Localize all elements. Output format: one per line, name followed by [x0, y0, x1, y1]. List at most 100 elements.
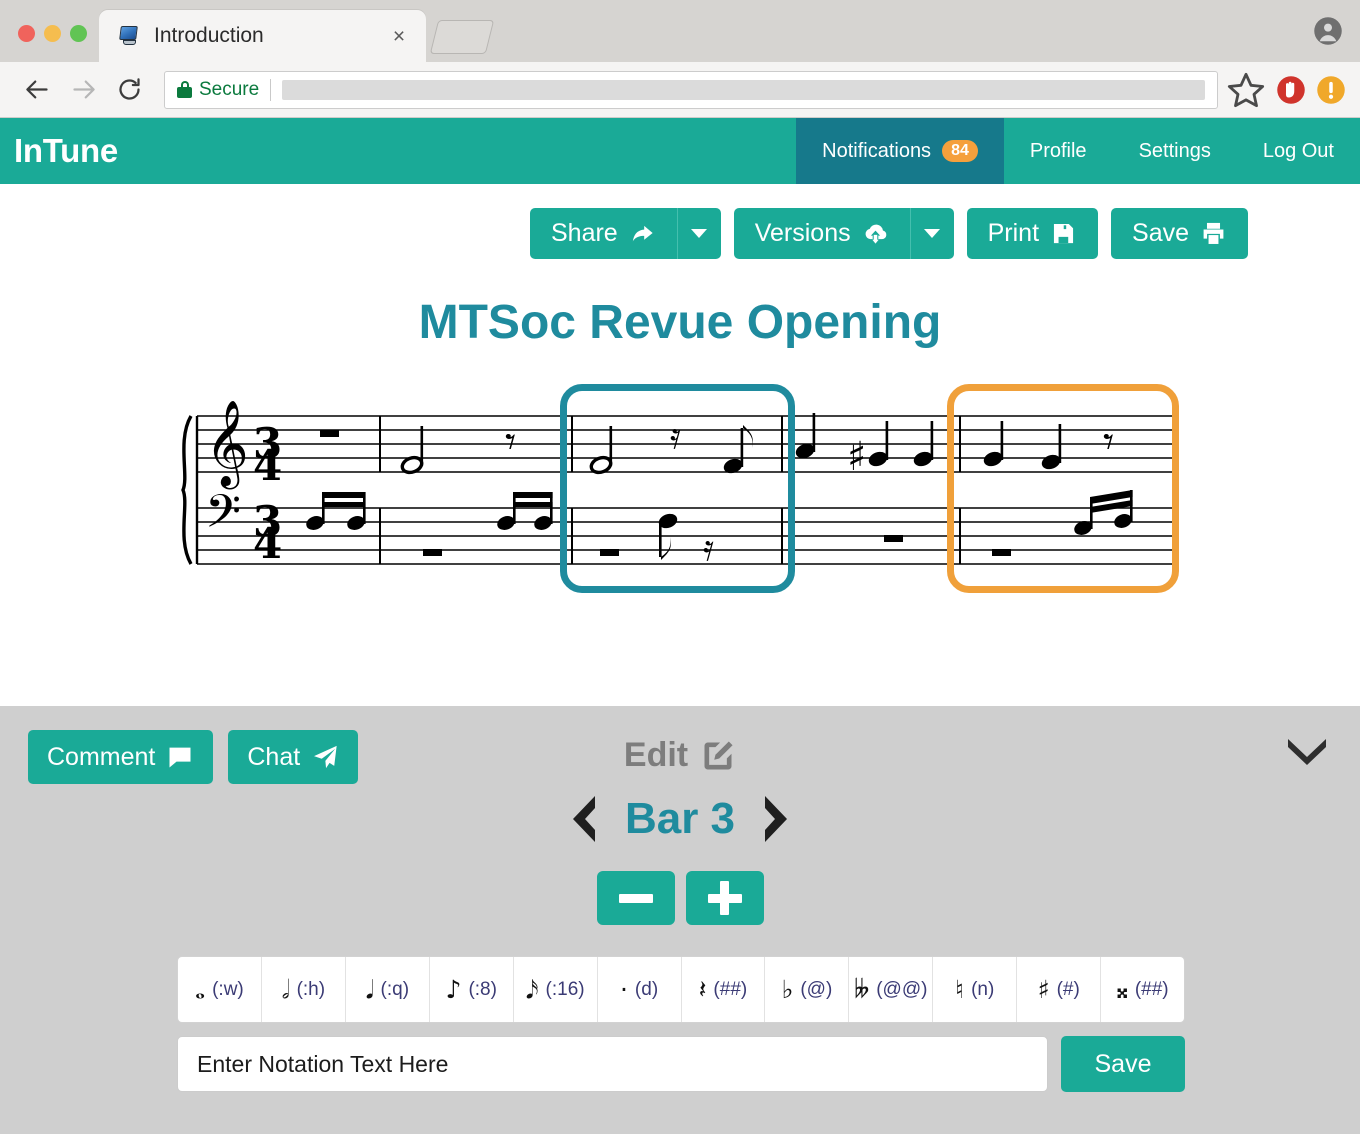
back-arrow-icon[interactable] [14, 67, 60, 113]
close-icon[interactable]: × [386, 23, 412, 49]
svg-text:♯: ♯ [847, 434, 866, 480]
new-tab-button[interactable] [430, 20, 494, 54]
browser-tab-title: Introduction [154, 24, 386, 48]
warning-exclamation-icon[interactable] [1316, 75, 1346, 105]
versions-label: Versions [755, 221, 851, 246]
edit-mode-heading: Edit [0, 736, 1360, 775]
share-button-group: Share [530, 208, 721, 259]
save-notation-button[interactable]: Save [1061, 1036, 1185, 1092]
share-arrow-icon [629, 220, 656, 247]
current-bar-label: Bar 3 [625, 794, 735, 844]
nav-item-profile[interactable]: Profile [1004, 118, 1113, 184]
palette-code-sharp: (#) [1057, 979, 1080, 1001]
nav-item-logout[interactable]: Log Out [1237, 118, 1360, 184]
app-brand[interactable]: InTune [0, 118, 118, 184]
chevron-right-icon[interactable] [761, 794, 795, 844]
share-label: Share [551, 221, 618, 246]
svg-text:𝄾: 𝄾 [1103, 417, 1114, 466]
chevron-left-icon[interactable] [565, 794, 599, 844]
bar-stepper [0, 871, 1360, 925]
svg-text:𝄿: 𝄿 [703, 528, 714, 569]
minus-button[interactable] [597, 871, 675, 925]
palette-code-rest: (##) [713, 979, 747, 1001]
notation-input-row: Save [177, 1036, 1185, 1092]
url-text [282, 80, 1205, 100]
main-nav: Notifications 84 Profile Settings Log Ou… [796, 118, 1360, 184]
svg-text:𝄢: 𝄢 [205, 485, 241, 550]
natural-icon: ♮ [955, 977, 964, 1002]
save-label: Save [1132, 221, 1189, 246]
document-toolbar: Share Versions Print Save [0, 184, 1360, 259]
print-button[interactable]: Print [967, 208, 1098, 259]
half-note-icon: 𝅗𝅥 [282, 977, 290, 1002]
sixteenth-note-icon: 𝅘𝅥𝅯 [526, 977, 539, 1002]
palette-item-double-sharp[interactable]: 𝄪 (##) [1101, 957, 1184, 1022]
secure-label: Secure [199, 79, 271, 101]
palette-code-natural: (n) [971, 979, 994, 1001]
minus-icon [619, 894, 653, 903]
palette-code-double-sharp: (##) [1135, 979, 1169, 1001]
app-header: InTune Notifications 84 Profile Settings… [0, 118, 1360, 184]
app-root: InTune Notifications 84 Profile Settings… [0, 118, 1360, 1134]
share-button[interactable]: Share [530, 208, 677, 259]
star-icon[interactable] [1226, 70, 1266, 110]
quarter-rest-icon: 𝄽 [699, 977, 707, 1002]
versions-button[interactable]: Versions [734, 208, 910, 259]
save-button[interactable]: Save [1111, 208, 1248, 259]
edit-pencil-square-icon[interactable] [700, 738, 736, 774]
reload-icon[interactable] [106, 67, 152, 113]
palette-item-quarter-note[interactable]: 𝅘𝅥 (:q) [346, 957, 430, 1022]
browser-url-bar: Secure [0, 62, 1360, 118]
palette-item-sharp[interactable]: ♯ (#) [1017, 957, 1101, 1022]
edit-label: Edit [624, 736, 688, 775]
quarter-note-icon: 𝅘𝅥 [366, 977, 374, 1002]
floppy-disk-icon [1050, 220, 1077, 247]
palette-item-rest[interactable]: 𝄽 (##) [682, 957, 766, 1022]
svg-text:𝄿: 𝄿 [670, 416, 681, 457]
sharp-icon: ♯ [1038, 977, 1050, 1002]
lock-icon [177, 81, 192, 98]
palette-code-double-flat: (@@) [876, 979, 927, 1001]
palette-code-whole-note: (:w) [212, 979, 244, 1001]
whole-note-icon: 𝅝 [195, 977, 205, 1002]
palette-code-half-note: (:h) [297, 979, 326, 1001]
palette-code-flat: (@) [800, 979, 832, 1001]
plus-icon [708, 881, 742, 915]
palette-item-flat[interactable]: ♭ (@) [765, 957, 849, 1022]
grand-staff[interactable]: 𝄞 𝄢 3 4 3 4 [175, 380, 1185, 595]
maximize-window-button[interactable] [70, 25, 87, 42]
minimize-window-button[interactable] [44, 25, 61, 42]
versions-dropdown-button[interactable] [910, 208, 954, 259]
palette-item-dot[interactable]: · (d) [598, 957, 682, 1022]
plus-button[interactable] [686, 871, 764, 925]
browser-tab-bar: Introduction × [0, 0, 1360, 62]
flat-icon: ♭ [782, 977, 794, 1002]
notation-text-input[interactable] [177, 1036, 1048, 1092]
palette-item-double-flat[interactable]: 𝄫 (@@) [849, 957, 933, 1022]
bar-navigation: Bar 3 [0, 794, 1360, 844]
eighth-note-icon: ♪ [445, 977, 461, 1002]
chevron-down-icon [691, 229, 707, 238]
nav-item-notifications[interactable]: Notifications 84 [796, 118, 1004, 184]
share-dropdown-button[interactable] [677, 208, 721, 259]
page-title: MTSoc Revue Opening [0, 295, 1360, 350]
browser-tab[interactable]: Introduction × [99, 10, 426, 62]
account-avatar-icon[interactable] [1308, 11, 1348, 51]
palette-item-eighth-note[interactable]: ♪ (:8) [430, 957, 514, 1022]
palette-code-sixteenth-note: (:16) [546, 979, 585, 1001]
palette-item-whole-note[interactable]: 𝅝 (:w) [178, 957, 262, 1022]
computer-screen-icon [117, 24, 141, 48]
palette-code-eighth-note: (:8) [468, 979, 497, 1001]
svg-text:𝄾: 𝄾 [505, 417, 516, 466]
notifications-badge: 84 [942, 140, 978, 162]
palette-code-quarter-note: (:q) [381, 979, 410, 1001]
palette-item-half-note[interactable]: 𝅗𝅥 (:h) [262, 957, 346, 1022]
palette-item-natural[interactable]: ♮ (n) [933, 957, 1017, 1022]
double-sharp-icon: 𝄪 [1117, 977, 1128, 1002]
nav-item-settings[interactable]: Settings [1113, 118, 1237, 184]
close-window-button[interactable] [18, 25, 35, 42]
palette-item-sixteenth-note[interactable]: 𝅘𝅥𝅯 (:16) [514, 957, 598, 1022]
adblock-hand-icon[interactable] [1276, 75, 1306, 105]
omnibox[interactable]: Secure [164, 71, 1218, 109]
chevron-down-icon [924, 229, 940, 238]
